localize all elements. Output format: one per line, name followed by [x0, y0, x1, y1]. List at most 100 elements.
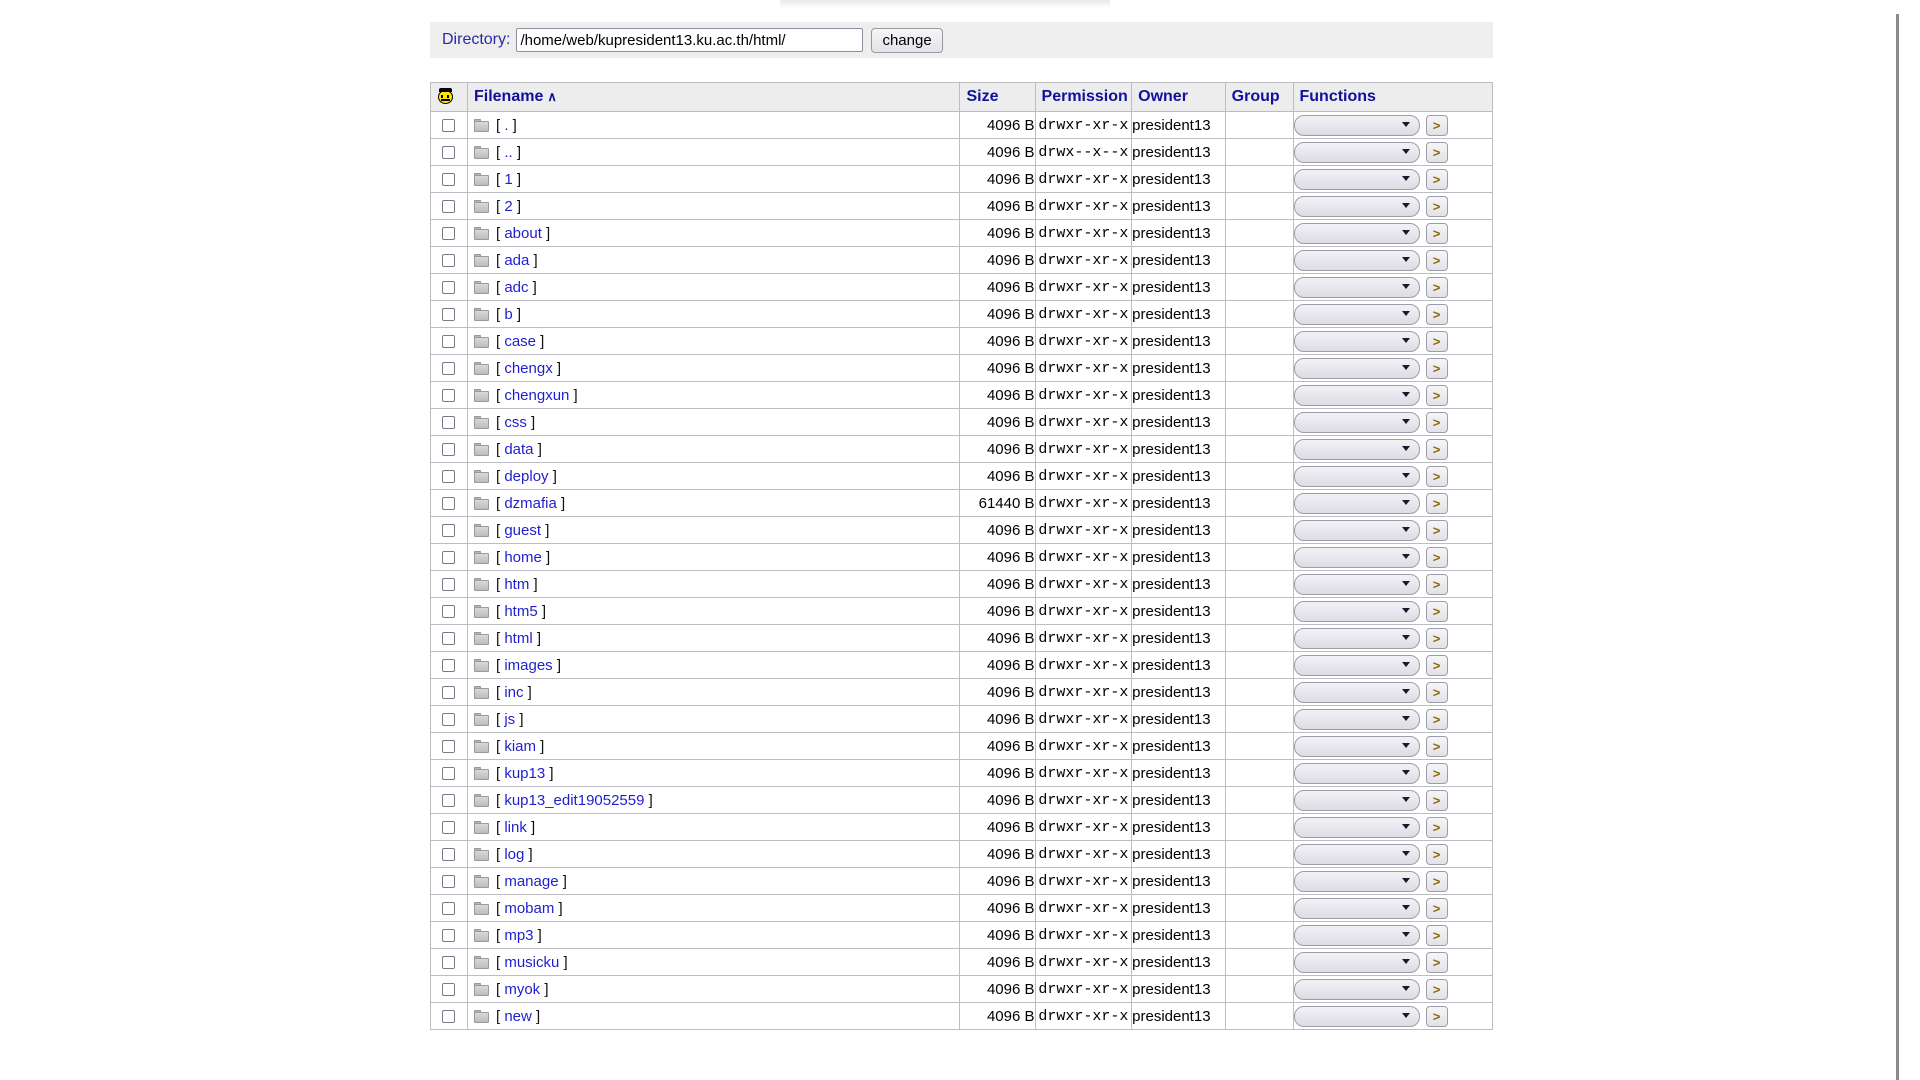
filename-link[interactable]: 1 — [504, 171, 512, 188]
function-select[interactable] — [1293, 573, 1420, 595]
function-select[interactable] — [1293, 168, 1420, 190]
column-header-owner[interactable]: Owner — [1132, 83, 1225, 111]
function-select[interactable] — [1293, 708, 1420, 730]
filename-link[interactable]: 2 — [504, 198, 512, 215]
function-select[interactable] — [1293, 438, 1420, 460]
apply-function-button[interactable]: > — [1425, 627, 1448, 649]
row-checkbox[interactable] — [442, 767, 456, 781]
row-checkbox[interactable] — [442, 875, 456, 889]
row-checkbox[interactable] — [442, 821, 456, 835]
apply-function-button[interactable]: > — [1425, 735, 1448, 757]
function-select[interactable] — [1293, 816, 1420, 838]
apply-function-button[interactable]: > — [1425, 249, 1448, 271]
row-checkbox[interactable] — [442, 983, 456, 997]
filename-link[interactable]: htm — [504, 576, 529, 593]
apply-function-button[interactable]: > — [1425, 303, 1448, 325]
apply-function-button[interactable]: > — [1425, 654, 1448, 676]
apply-function-button[interactable]: > — [1425, 1005, 1448, 1027]
function-select[interactable] — [1293, 222, 1420, 244]
filename-link[interactable]: .. — [504, 144, 512, 161]
filename-link[interactable]: kiam — [504, 738, 536, 755]
function-select[interactable] — [1293, 681, 1420, 703]
filename-link[interactable]: inc — [504, 684, 523, 701]
function-select[interactable] — [1293, 897, 1420, 919]
filename-link[interactable]: guest — [504, 522, 541, 539]
row-checkbox[interactable] — [442, 902, 456, 916]
filename-link[interactable]: html — [504, 630, 532, 647]
filename-link[interactable]: case — [504, 333, 536, 350]
function-select[interactable] — [1293, 1005, 1420, 1027]
filename-link[interactable]: dzmafia — [504, 495, 557, 512]
function-select[interactable] — [1293, 114, 1420, 136]
row-checkbox[interactable] — [442, 173, 456, 187]
function-select[interactable] — [1293, 465, 1420, 487]
function-select[interactable] — [1293, 924, 1420, 946]
function-select[interactable] — [1293, 411, 1420, 433]
apply-function-button[interactable]: > — [1425, 465, 1448, 487]
function-select[interactable] — [1293, 627, 1420, 649]
row-checkbox[interactable] — [442, 1010, 456, 1024]
row-checkbox[interactable] — [442, 578, 456, 592]
row-checkbox[interactable] — [442, 335, 456, 349]
apply-function-button[interactable]: > — [1425, 357, 1448, 379]
row-checkbox[interactable] — [442, 200, 456, 214]
apply-function-button[interactable]: > — [1425, 438, 1448, 460]
row-checkbox[interactable] — [442, 227, 456, 241]
row-checkbox[interactable] — [442, 605, 456, 619]
row-checkbox[interactable] — [442, 389, 456, 403]
column-header-group[interactable]: Group — [1225, 83, 1293, 111]
function-select[interactable] — [1293, 735, 1420, 757]
apply-function-button[interactable]: > — [1425, 114, 1448, 136]
function-select[interactable] — [1293, 546, 1420, 568]
apply-function-button[interactable]: > — [1425, 897, 1448, 919]
row-checkbox[interactable] — [442, 362, 456, 376]
function-select[interactable] — [1293, 870, 1420, 892]
row-checkbox[interactable] — [442, 659, 456, 673]
row-checkbox[interactable] — [442, 713, 456, 727]
function-select[interactable] — [1293, 519, 1420, 541]
filename-link[interactable]: home — [504, 549, 542, 566]
apply-function-button[interactable]: > — [1425, 816, 1448, 838]
function-select[interactable] — [1293, 951, 1420, 973]
apply-function-button[interactable]: > — [1425, 681, 1448, 703]
function-select[interactable] — [1293, 600, 1420, 622]
column-header-filename[interactable]: Filename ∧ — [467, 83, 960, 111]
function-select[interactable] — [1293, 978, 1420, 1000]
filename-link[interactable]: new — [504, 1008, 532, 1025]
apply-function-button[interactable]: > — [1425, 141, 1448, 163]
apply-function-button[interactable]: > — [1425, 573, 1448, 595]
scrollbar-thumb[interactable] — [1896, 14, 1899, 1080]
select-all-header[interactable] — [431, 83, 467, 111]
filename-link[interactable]: htm5 — [504, 603, 537, 620]
row-checkbox[interactable] — [442, 146, 456, 160]
function-select[interactable] — [1293, 789, 1420, 811]
apply-function-button[interactable]: > — [1425, 789, 1448, 811]
function-select[interactable] — [1293, 330, 1420, 352]
function-select[interactable] — [1293, 195, 1420, 217]
filename-link[interactable]: js — [504, 711, 515, 728]
apply-function-button[interactable]: > — [1425, 168, 1448, 190]
filename-link[interactable]: kup13_edit19052559 — [504, 792, 644, 809]
function-select[interactable] — [1293, 141, 1420, 163]
row-checkbox[interactable] — [442, 119, 456, 133]
function-select[interactable] — [1293, 384, 1420, 406]
row-checkbox[interactable] — [442, 956, 456, 970]
row-checkbox[interactable] — [442, 632, 456, 646]
apply-function-button[interactable]: > — [1425, 195, 1448, 217]
apply-function-button[interactable]: > — [1425, 222, 1448, 244]
row-checkbox[interactable] — [442, 929, 456, 943]
row-checkbox[interactable] — [442, 470, 456, 484]
apply-function-button[interactable]: > — [1425, 951, 1448, 973]
filename-link[interactable]: about — [504, 225, 542, 242]
row-checkbox[interactable] — [442, 686, 456, 700]
function-select[interactable] — [1293, 654, 1420, 676]
column-header-size[interactable]: Size — [960, 83, 1035, 111]
row-checkbox[interactable] — [442, 254, 456, 268]
apply-function-button[interactable]: > — [1425, 411, 1448, 433]
apply-function-button[interactable]: > — [1425, 546, 1448, 568]
apply-function-button[interactable]: > — [1425, 870, 1448, 892]
apply-function-button[interactable]: > — [1425, 519, 1448, 541]
filename-link[interactable]: manage — [504, 873, 558, 890]
apply-function-button[interactable]: > — [1425, 924, 1448, 946]
filename-link[interactable]: images — [504, 657, 552, 674]
